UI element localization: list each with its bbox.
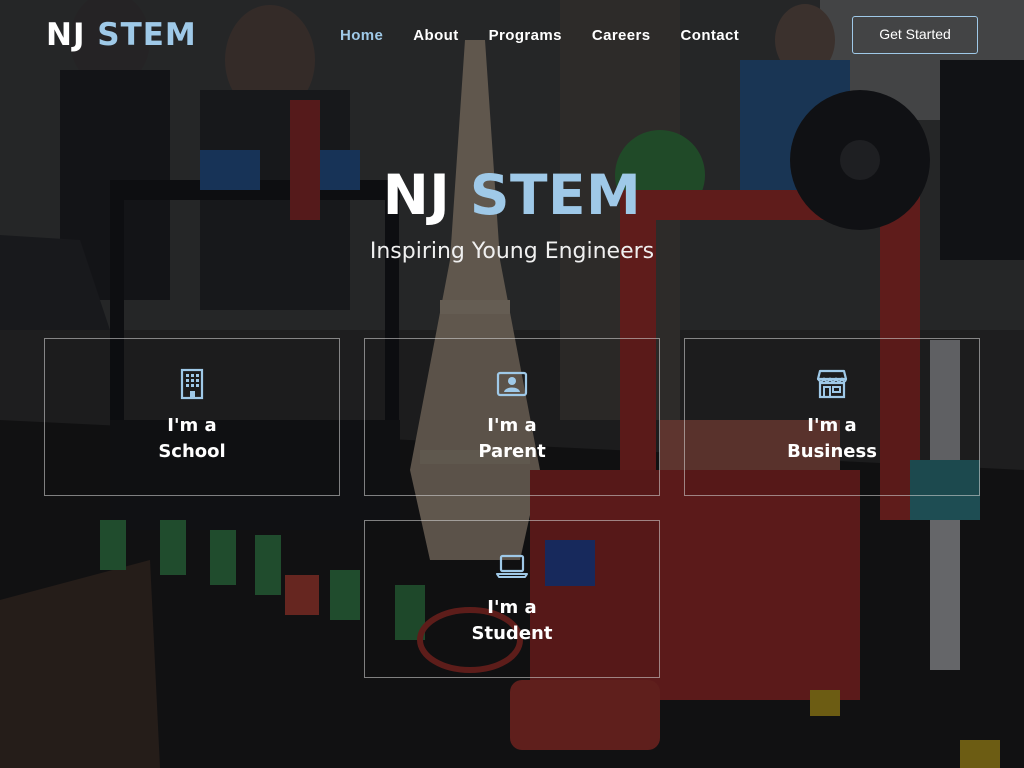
audience-label-parent: I'm a Parent bbox=[365, 413, 659, 465]
nav-link-home[interactable]: Home bbox=[325, 24, 398, 48]
top-navbar: NJ STEM Home About Programs Careers Cont… bbox=[0, 0, 1024, 72]
audience-label-school: I'm a School bbox=[45, 413, 339, 465]
brand-text-nj: NJ bbox=[46, 17, 86, 53]
get-started-button[interactable]: Get Started bbox=[852, 16, 978, 54]
nav-link-programs[interactable]: Programs bbox=[474, 24, 577, 48]
hero-title-nj: NJ bbox=[382, 163, 451, 227]
brand-text-stem: STEM bbox=[97, 17, 197, 53]
building-icon bbox=[175, 367, 209, 401]
store-icon bbox=[815, 367, 849, 401]
audience-label-line1: I'm a bbox=[487, 415, 537, 436]
audience-card-business[interactable]: I'm a Business bbox=[684, 338, 980, 496]
audience-label-line1: I'm a bbox=[487, 597, 537, 618]
audience-label-line2: Parent bbox=[478, 441, 546, 462]
audience-label-line2: Business bbox=[787, 441, 877, 462]
hero-title: NJ STEM bbox=[0, 162, 1024, 228]
audience-card-school[interactable]: I'm a School bbox=[44, 338, 340, 496]
hero-title-stem: STEM bbox=[469, 163, 642, 227]
nav-link-about[interactable]: About bbox=[398, 24, 473, 48]
hero-subtitle: Inspiring Young Engineers bbox=[369, 239, 655, 264]
audience-card-parent[interactable]: I'm a Parent bbox=[364, 338, 660, 496]
audience-label-line2: Student bbox=[471, 623, 553, 644]
audience-label-student: I'm a Student bbox=[365, 595, 659, 647]
brand-logo[interactable]: NJ STEM bbox=[46, 14, 197, 56]
nav-link-careers[interactable]: Careers bbox=[577, 24, 666, 48]
id-card-icon bbox=[495, 367, 529, 401]
audience-label-line2: School bbox=[158, 441, 226, 462]
audience-label-line1: I'm a bbox=[807, 415, 857, 436]
laptop-icon bbox=[495, 549, 529, 583]
nav-menu: Home About Programs Careers Contact bbox=[325, 24, 754, 48]
audience-label-line1: I'm a bbox=[167, 415, 217, 436]
audience-label-business: I'm a Business bbox=[685, 413, 979, 465]
nav-link-contact[interactable]: Contact bbox=[666, 24, 755, 48]
audience-card-student[interactable]: I'm a Student bbox=[364, 520, 660, 678]
